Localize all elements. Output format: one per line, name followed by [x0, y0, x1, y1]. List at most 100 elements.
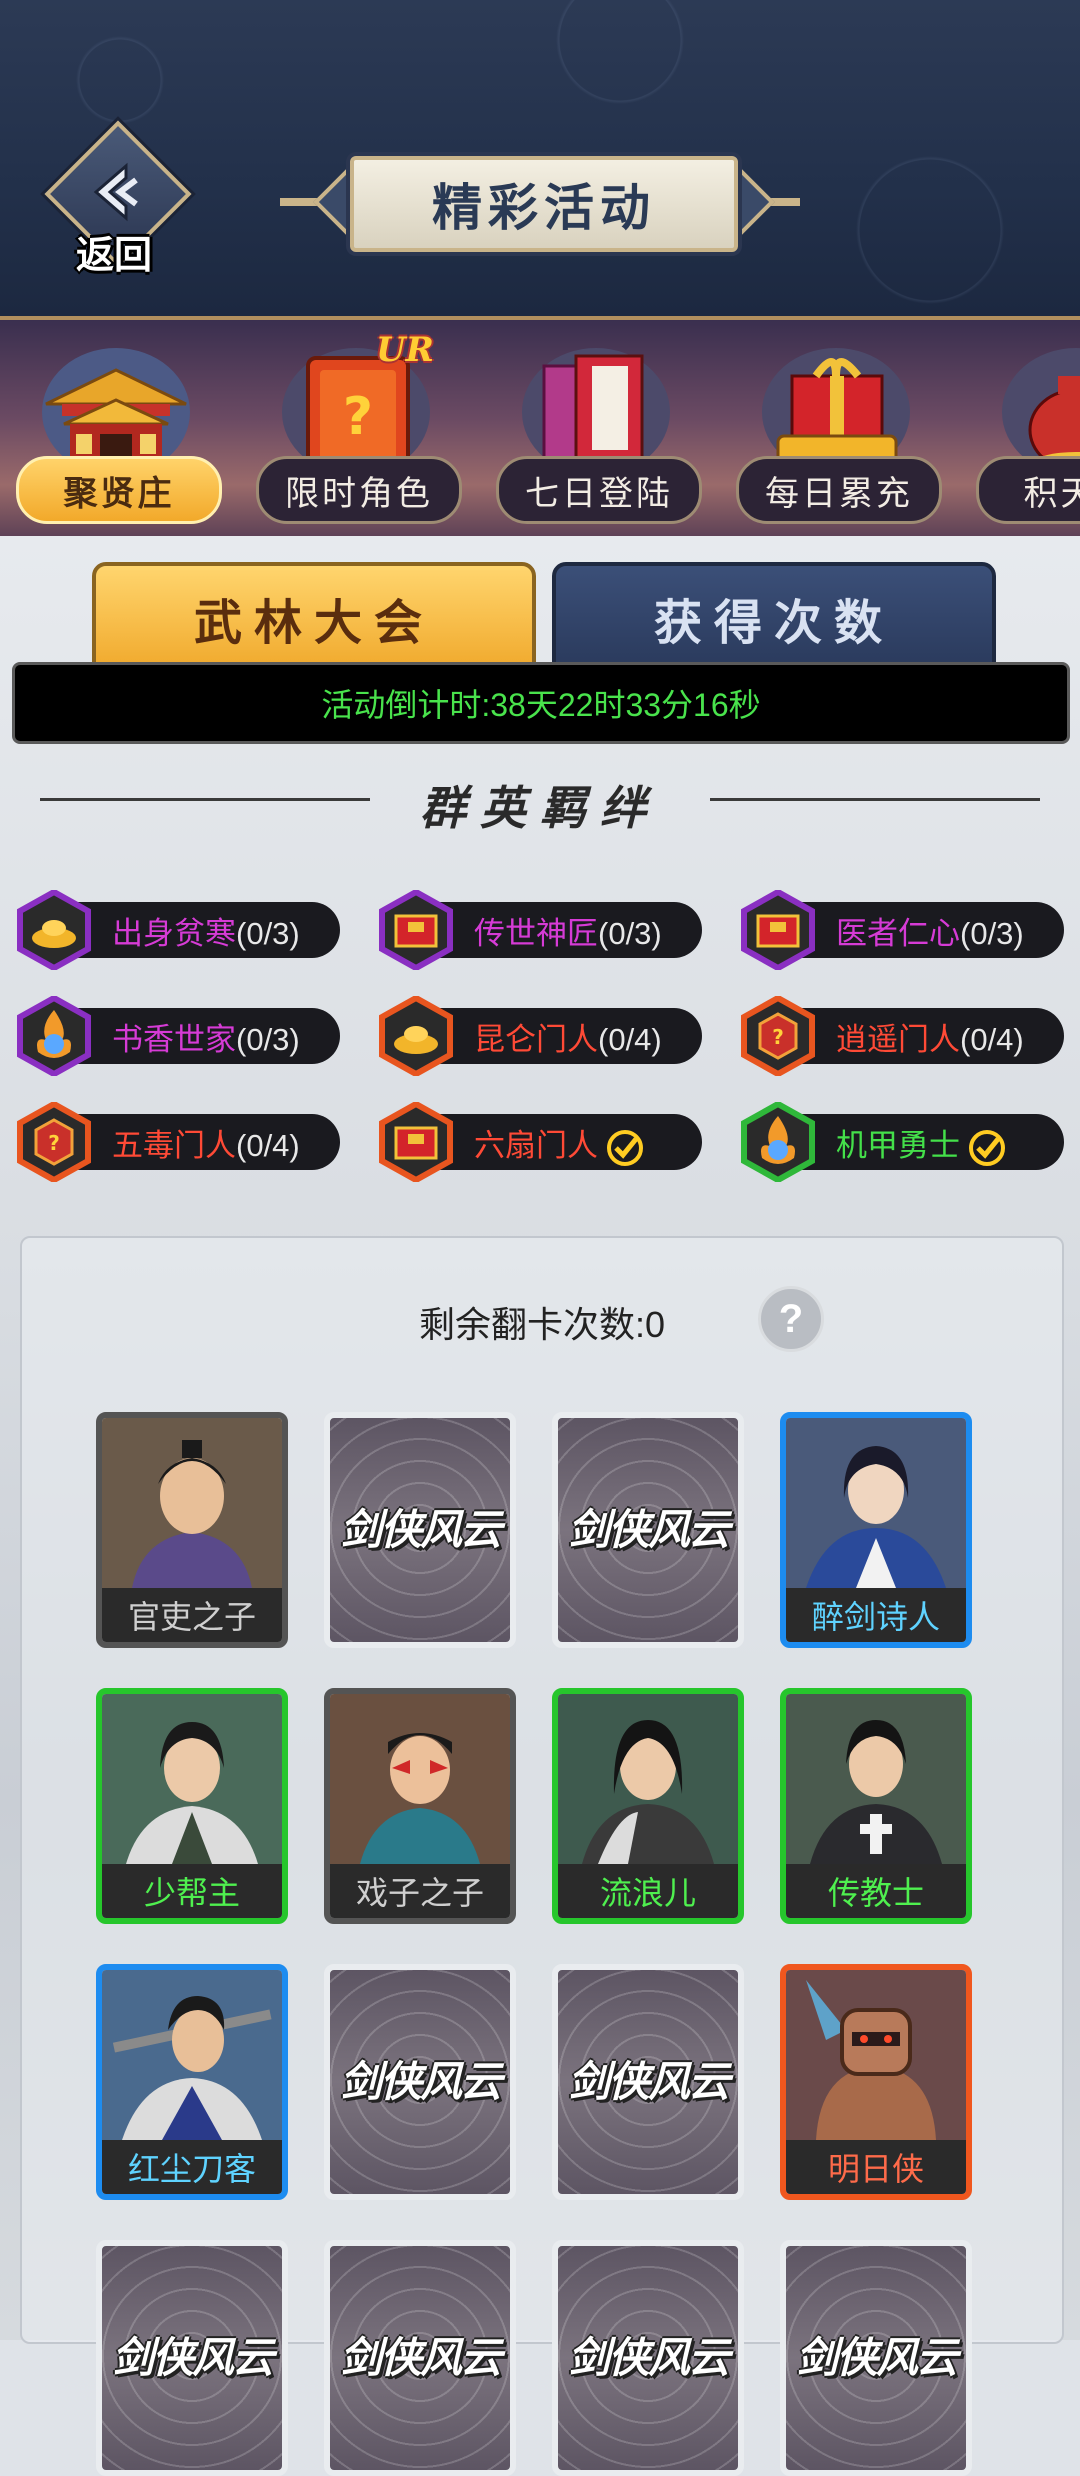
mystery-box-icon: ? [17, 1102, 91, 1182]
character-portrait [102, 1970, 282, 2140]
back-button[interactable]: 返回 [44, 120, 192, 277]
card-name: 明日侠 [786, 2140, 966, 2194]
card-flip-panel: 剩余翻卡次数:0 ? 官吏之子 剑侠风云 剑侠风云 醉剑诗人 少帮主 戏子之子 … [20, 1236, 1064, 2476]
mystery-box-icon: ? [741, 996, 815, 1076]
card-back-logo: 剑侠风云 [339, 1505, 502, 1554]
bond-count: (0/3) [960, 916, 1024, 951]
tab-label: 七日登陆 [496, 456, 702, 524]
tab-obtain-count[interactable]: 获得次数 [552, 562, 996, 674]
bond-item-shuxiang-shijia[interactable]: 书香世家(0/3) [14, 996, 344, 1076]
card-name: 红尘刀客 [102, 2140, 282, 2194]
card-name: 戏子之子 [330, 1864, 510, 1918]
back-arrow-icon [93, 162, 138, 222]
character-portrait [786, 1694, 966, 1864]
character-portrait [786, 1418, 966, 1588]
face-down-card[interactable]: 剑侠风云 [96, 2240, 288, 2476]
card-name: 少帮主 [102, 1864, 282, 1918]
face-down-card[interactable]: 剑侠风云 [552, 1964, 744, 2200]
character-card[interactable]: 流浪儿 [552, 1688, 744, 1924]
token-box-icon [741, 890, 815, 970]
card-name: 官吏之子 [102, 1588, 282, 1642]
bond-item-wudu-menren[interactable]: ? 五毒门人(0/4) [14, 1102, 344, 1182]
character-portrait [786, 1970, 966, 2140]
gold-ingot-icon [379, 996, 453, 1076]
bond-count: (0/3) [598, 916, 662, 951]
content-area: 武林大会 获得次数 活动倒计时:38天22时33分16秒 群英羁绊 出身贫寒(0… [0, 536, 1080, 2476]
bond-item-kunlun-menren[interactable]: 昆仑门人(0/4) [376, 996, 706, 1076]
help-button[interactable]: ? [758, 1286, 824, 1352]
bond-text: 出身贫寒(0/3) [112, 908, 300, 953]
tab-limited-role[interactable]: ? UR 限时角色 [246, 320, 466, 540]
character-card[interactable]: 红尘刀客 [96, 1964, 288, 2200]
face-down-card[interactable]: 剑侠风云 [324, 1964, 516, 2200]
svg-text:?: ? [772, 1025, 784, 1049]
bond-text: 医者仁心(0/3) [836, 908, 1024, 953]
bond-name: 五毒门人 [112, 1128, 236, 1163]
top-header: 返回 精彩活动 [0, 0, 1080, 316]
flame-orb-icon [17, 996, 91, 1076]
character-card[interactable]: 少帮主 [96, 1688, 288, 1924]
character-card[interactable]: 官吏之子 [96, 1412, 288, 1648]
bond-item-jijia-yongshi[interactable]: 机甲勇士 [738, 1102, 1068, 1182]
face-down-card[interactable]: 剑侠风云 [324, 2240, 516, 2476]
tab-label: 积天好 [976, 456, 1080, 524]
bond-section-header: 群英羁绊 [40, 768, 1040, 835]
bond-text: 书香世家(0/3) [112, 1014, 300, 1059]
character-portrait [558, 1694, 738, 1864]
tab-wulin-dahui[interactable]: 武林大会 [92, 562, 536, 674]
flame-orb-icon [741, 1102, 815, 1182]
ur-badge: UR [376, 330, 434, 370]
bond-item-liushan-menren[interactable]: 六扇门人 [376, 1102, 706, 1182]
bond-item-yizhe-renxin[interactable]: 医者仁心(0/3) [738, 890, 1068, 970]
bond-item-chushen-pinhan[interactable]: 出身贫寒(0/3) [14, 890, 344, 970]
bond-text: 传世神匠(0/3) [474, 908, 662, 953]
bond-name: 书香世家 [112, 1022, 236, 1057]
tab-daily-recharge[interactable]: 每日累充 [726, 320, 946, 540]
character-card[interactable]: 戏子之子 [324, 1688, 516, 1924]
card-back-logo: 剑侠风云 [567, 2057, 730, 2106]
plaque-body: 精彩活动 [350, 156, 738, 252]
character-card[interactable]: 传教士 [780, 1688, 972, 1924]
bond-item-chuanshi-shenjiang[interactable]: 传世神匠(0/3) [376, 890, 706, 970]
card-back-logo: 剑侠风云 [795, 2333, 958, 2382]
tab-seven-day-login[interactable]: 七日登陆 [486, 320, 706, 540]
tab-accumulate-days[interactable]: 积天好 [966, 320, 1080, 540]
tab-label: 每日累充 [736, 456, 942, 524]
gold-ingot-icon [17, 890, 91, 970]
card-back-logo: 剑侠风云 [339, 2333, 502, 2382]
bond-item-xiaoyao-menren[interactable]: ? 逍遥门人(0/4) [738, 996, 1068, 1076]
event-countdown: 活动倒计时:38天22时33分16秒 [12, 662, 1070, 744]
character-card[interactable]: 醉剑诗人 [780, 1412, 972, 1648]
card-back-logo: 剑侠风云 [111, 2333, 274, 2382]
bond-text: 机甲勇士 [836, 1120, 1006, 1167]
character-portrait [330, 1694, 510, 1864]
bond-name: 六扇门人 [474, 1128, 598, 1163]
face-down-card[interactable]: 剑侠风云 [552, 2240, 744, 2476]
tab-label: 限时角色 [256, 456, 462, 524]
character-card[interactable]: 明日侠 [780, 1964, 972, 2200]
card-name: 醉剑诗人 [786, 1588, 966, 1642]
bond-name: 医者仁心 [836, 916, 960, 951]
character-portrait [102, 1418, 282, 1588]
face-down-card[interactable]: 剑侠风云 [552, 1412, 744, 1648]
character-portrait [102, 1694, 282, 1864]
bond-name: 机甲勇士 [836, 1128, 960, 1163]
face-down-card[interactable]: 剑侠风云 [780, 2240, 972, 2476]
back-label: 返回 [75, 232, 152, 277]
bond-text: 昆仑门人(0/4) [474, 1014, 662, 1059]
card-back-logo: 剑侠风云 [339, 2057, 502, 2106]
activity-tab-strip: 聚贤庄 ? UR 限时角色 七日登陆 每日累充 积 [0, 316, 1080, 540]
bond-text: 逍遥门人(0/4) [836, 1014, 1024, 1059]
bond-section-title: 群英羁绊 [420, 781, 660, 835]
bond-name: 逍遥门人 [836, 1022, 960, 1057]
bond-text: 六扇门人 [474, 1120, 644, 1167]
token-box-icon [379, 890, 453, 970]
tab-juxianzhuang[interactable]: 聚贤庄 [6, 320, 226, 540]
svg-text:?: ? [343, 387, 373, 447]
card-name: 传教士 [786, 1864, 966, 1918]
face-down-card[interactable]: 剑侠风云 [324, 1412, 516, 1648]
bond-count: (0/4) [236, 1128, 300, 1163]
check-icon [969, 1129, 1005, 1166]
bond-count: (0/3) [236, 1022, 300, 1057]
bond-count: (0/3) [236, 916, 300, 951]
